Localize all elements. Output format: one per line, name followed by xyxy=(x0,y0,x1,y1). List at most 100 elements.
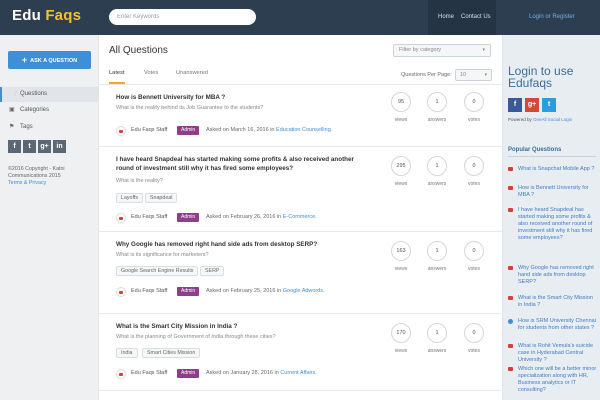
avatar[interactable] xyxy=(116,126,126,136)
votes-stat: 0 votes xyxy=(464,323,484,354)
tab-latest[interactable]: Latest xyxy=(109,70,125,76)
answers-stat: 1 answers xyxy=(427,156,447,187)
oneall-link[interactable]: OneAll Social Login xyxy=(533,117,572,122)
popular-divider xyxy=(508,156,596,157)
question-title[interactable]: What is the Smart City Mission in India … xyxy=(116,323,361,332)
views-label: views xyxy=(394,117,408,123)
nav-contact-link[interactable]: Contact Us xyxy=(461,14,491,20)
university-icon xyxy=(508,319,513,324)
popular-item-label[interactable]: Why Google has removed right hand side a… xyxy=(518,265,598,286)
popular-item-label[interactable]: How is Bennett University for MBA ? xyxy=(518,185,598,199)
login-register-link[interactable]: Login or Register xyxy=(529,14,575,20)
ask-question-label: ASK A QUESTION xyxy=(30,58,78,64)
question-icon: ❔ xyxy=(11,91,19,97)
popular-item-label[interactable]: I have heard Snapdeal has started making… xyxy=(518,207,598,242)
category-link[interactable]: Google Adwords. xyxy=(283,288,325,294)
popular-questions-heading: Popular Questions xyxy=(508,147,562,153)
votes-stat: 0 votes xyxy=(464,92,484,123)
question-title[interactable]: I have heard Snapdeal has started making… xyxy=(116,156,361,173)
social-links: f t g+ in xyxy=(8,140,68,153)
author-name[interactable]: Edu Faqs Staff xyxy=(131,127,167,133)
avatar[interactable] xyxy=(116,287,126,297)
answers-stat: 1 answers xyxy=(427,241,447,272)
author-name[interactable]: Edu Faqs Staff xyxy=(131,214,167,220)
copyright: ©2016 Copyright - Katni Communications 2… xyxy=(8,166,92,187)
ask-question-button[interactable]: + ASK A QUESTION xyxy=(8,51,91,69)
site-logo[interactable]: Edu Faqs xyxy=(12,7,81,24)
google-plus-icon[interactable]: g+ xyxy=(38,140,51,153)
author-name[interactable]: Edu Faqs Staff xyxy=(131,288,167,294)
avatar[interactable] xyxy=(116,369,126,379)
views-stat: 95 views xyxy=(391,92,411,123)
sidebar-item-tags[interactable]: ⚑ Tags xyxy=(0,120,98,135)
views-count: 295 xyxy=(391,156,411,176)
question-title[interactable]: Why Google has removed right hand side a… xyxy=(116,241,361,250)
terms-link[interactable]: Terms & Privacy xyxy=(8,180,92,187)
popular-item-label[interactable]: What is Rohit Vemula's suicide case in H… xyxy=(518,343,598,364)
nav-home-link[interactable]: Home xyxy=(438,14,454,20)
answers-count: 1 xyxy=(427,323,447,343)
tag-chip[interactable]: Google Search Engine Results xyxy=(116,266,199,276)
twitter-icon[interactable]: t xyxy=(23,140,36,153)
sidebar-item-questions[interactable]: ❔ Questions xyxy=(0,87,98,102)
views-label: views xyxy=(394,266,408,272)
edufaqs-icon xyxy=(508,367,513,371)
asked-date: Asked on February 25, 2016 in Google Adw… xyxy=(206,288,325,294)
views-count: 95 xyxy=(391,92,411,112)
tag-chip[interactable]: SERP xyxy=(200,266,225,276)
category-link[interactable]: Current Affairs. xyxy=(280,370,317,376)
answers-count: 1 xyxy=(427,156,447,176)
category-filter-select[interactable]: Filter by category ▾ xyxy=(393,44,491,57)
category-link[interactable]: Education Counselling. xyxy=(276,127,332,133)
popular-item-label[interactable]: What is Snapchat Mobile App ? xyxy=(518,166,598,173)
logo-text-main: Edu xyxy=(12,7,41,24)
sidebar-item-label: Categories xyxy=(20,107,50,113)
votes-label: votes xyxy=(468,266,480,272)
author-name[interactable]: Edu Faqs Staff xyxy=(131,370,167,376)
answers-label: answers xyxy=(427,117,447,123)
sidebar-item-label: Questions xyxy=(20,91,48,97)
question-subtitle: What is its significance for marketers? xyxy=(116,252,209,258)
linkedin-icon[interactable]: in xyxy=(53,140,66,153)
tab-unanswered[interactable]: Unanswered xyxy=(176,70,208,76)
sidebar-item-categories[interactable]: ▣ Categories xyxy=(0,103,98,118)
popular-item-label[interactable]: Which one will be a better minor special… xyxy=(518,366,598,394)
tag-chip[interactable]: Layoffs xyxy=(116,193,143,203)
views-label: views xyxy=(394,181,408,187)
question-meta: Edu Faqs Staff Admin Asked on March 16, … xyxy=(116,126,416,136)
right-sidebar: Login to use Edufaqs f g+ t Powered by O… xyxy=(502,35,600,400)
tab-votes[interactable]: Votes xyxy=(144,70,158,76)
chevron-down-icon: ▾ xyxy=(484,72,487,78)
popular-item-label[interactable]: How is SRM University Chennai for studen… xyxy=(518,318,598,332)
votes-label: votes xyxy=(468,181,480,187)
asked-text: Asked on February 25, 2016 in xyxy=(206,288,282,294)
sidebar-item-label: Tags xyxy=(20,124,33,130)
logo-text-accent: Faqs xyxy=(45,7,82,24)
question-divider xyxy=(99,390,502,391)
answers-count: 1 xyxy=(427,92,447,112)
tag-chip[interactable]: India xyxy=(116,348,138,358)
per-page-select[interactable]: 10 ▾ xyxy=(455,69,492,81)
tag-chip[interactable]: Snapdeal xyxy=(145,193,178,203)
category-filter-value: Filter by category xyxy=(399,47,442,53)
answers-stat: 1 answers xyxy=(427,323,447,354)
views-stat: 163 views xyxy=(391,241,411,272)
views-count: 163 xyxy=(391,241,411,261)
votes-label: votes xyxy=(468,117,480,123)
popular-item-label[interactable]: What is the Smart City Mission in India … xyxy=(518,295,598,309)
question-item: I have heard Snapdeal has started making… xyxy=(99,147,502,227)
category-link[interactable]: E-Commerce. xyxy=(283,214,317,220)
google-plus-login-button[interactable]: g+ xyxy=(525,98,539,112)
question-subtitle: What is the reality? xyxy=(116,178,163,184)
asked-text: Asked on March 16, 2016 in xyxy=(206,127,275,133)
edufaqs-icon xyxy=(508,344,513,348)
twitter-login-button[interactable]: t xyxy=(542,98,556,112)
facebook-login-button[interactable]: f xyxy=(508,98,522,112)
facebook-icon[interactable]: f xyxy=(8,140,21,153)
search-input[interactable] xyxy=(109,9,256,25)
avatar[interactable] xyxy=(116,213,126,223)
tag-chip[interactable]: Smart Cities Mission xyxy=(142,348,201,358)
answers-label: answers xyxy=(427,348,447,354)
question-title[interactable]: How is Bennett University for MBA ? xyxy=(116,94,361,103)
votes-stat: 0 votes xyxy=(464,241,484,272)
